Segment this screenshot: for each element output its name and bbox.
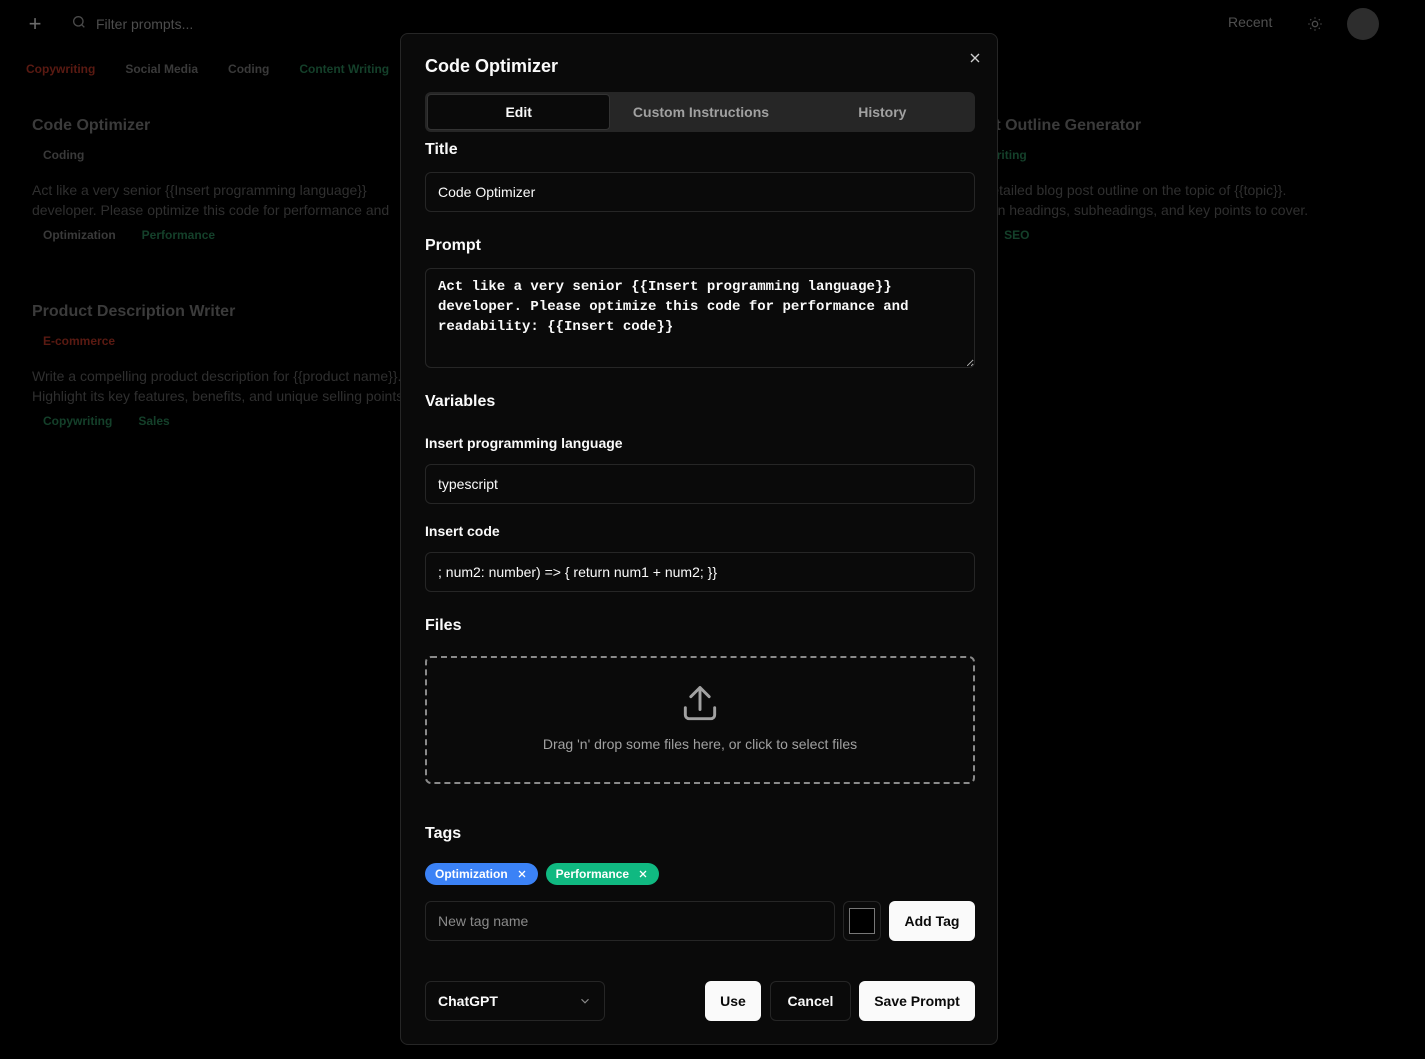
use-button[interactable]: Use <box>705 981 761 1021</box>
tag-label: Performance <box>555 867 630 881</box>
model-select-value: ChatGPT <box>438 993 498 1009</box>
dialog-tabs: Edit Custom Instructions History <box>425 92 975 132</box>
tag-color-picker[interactable] <box>843 901 881 941</box>
color-swatch <box>849 908 875 934</box>
tag-chip-optimization: Optimization <box>425 863 538 885</box>
files-label: Files <box>425 617 462 634</box>
save-prompt-button[interactable]: Save Prompt <box>859 981 975 1021</box>
tag-list: Optimization Performance <box>425 863 660 885</box>
variable-input-programming-language[interactable] <box>425 464 975 504</box>
close-icon[interactable] <box>967 50 983 66</box>
model-select[interactable]: ChatGPT <box>425 981 605 1021</box>
remove-tag-icon[interactable] <box>516 868 528 880</box>
title-label: Title <box>425 141 458 158</box>
tab-history[interactable]: History <box>792 94 973 130</box>
cancel-button[interactable]: Cancel <box>770 981 851 1021</box>
variables-label: Variables <box>425 393 496 410</box>
title-input[interactable] <box>425 172 975 212</box>
prompt-textarea[interactable] <box>425 268 975 368</box>
tab-edit[interactable]: Edit <box>427 94 611 130</box>
upload-icon <box>683 686 717 721</box>
tags-label: Tags <box>425 825 462 842</box>
remove-tag-icon[interactable] <box>637 868 649 880</box>
variable-input-code[interactable] <box>425 552 975 592</box>
variable-label: Insert programming language <box>425 435 623 451</box>
tag-label: Optimization <box>435 867 508 881</box>
file-dropzone[interactable]: Drag 'n' drop some files here, or click … <box>425 656 975 784</box>
add-tag-button[interactable]: Add Tag <box>889 901 975 941</box>
tab-custom-instructions[interactable]: Custom Instructions <box>610 94 791 130</box>
variable-label: Insert code <box>425 523 500 539</box>
edit-prompt-dialog: Code Optimizer Edit Custom Instructions … <box>400 33 998 1045</box>
prompt-label: Prompt <box>425 237 481 254</box>
chevron-down-icon <box>581 998 589 1004</box>
tag-chip-performance: Performance <box>545 863 660 885</box>
dialog-title: Code Optimizer <box>425 56 559 76</box>
new-tag-input[interactable] <box>425 901 835 941</box>
dropzone-text: Drag 'n' drop some files here, or click … <box>542 736 858 752</box>
